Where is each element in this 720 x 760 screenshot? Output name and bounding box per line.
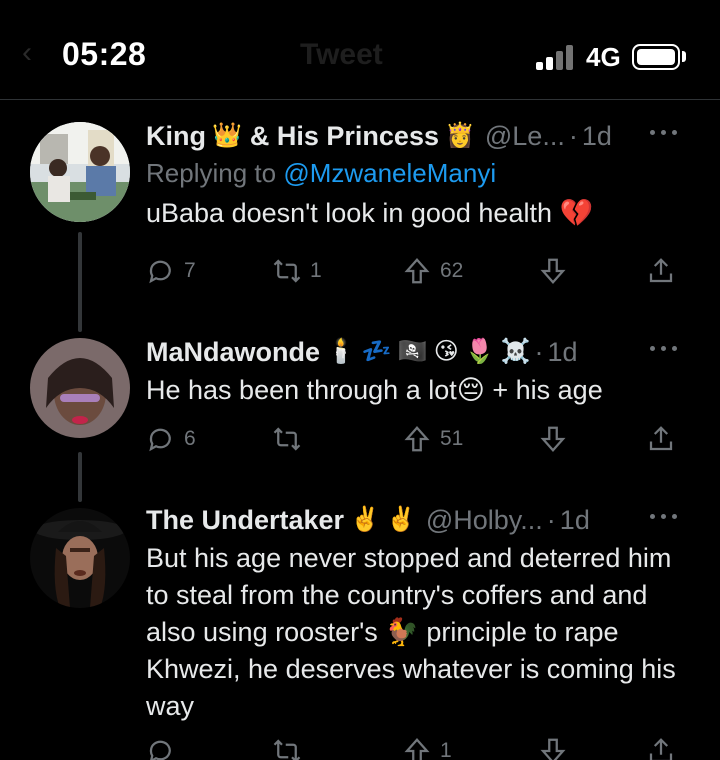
reply-icon: [149, 740, 171, 760]
more-options-icon[interactable]: [650, 512, 680, 522]
thread-line: [78, 232, 82, 332]
downvote-icon: [540, 258, 566, 284]
upvote-button[interactable]: 51: [402, 424, 463, 454]
more-options-icon[interactable]: [650, 344, 680, 354]
share-button[interactable]: [646, 256, 676, 286]
tweet-header: The Undertaker ✌️ ✌️ @Holby... · 1d: [146, 502, 680, 538]
replying-prefix: Replying to: [146, 158, 277, 188]
timestamp[interactable]: 1d: [560, 505, 590, 536]
separator-dot: ·: [534, 336, 544, 367]
reply-button[interactable]: 6: [146, 424, 196, 454]
retweet-icon: [273, 739, 301, 760]
tweet-content: The Undertaker ✌️ ✌️ @Holby... · 1d But …: [146, 502, 680, 725]
thread-line: [78, 452, 82, 502]
tweet-actions: 6 51: [146, 424, 680, 460]
share-button[interactable]: [646, 424, 676, 454]
downvote-button[interactable]: [538, 736, 568, 760]
reply-icon: [149, 428, 171, 452]
tweet-1[interactable]: King 👑 & His Princess 👸 @Le... · 1d Repl…: [0, 112, 720, 332]
display-name-suffix[interactable]: & His Princess: [250, 121, 439, 152]
reply-count: 6: [184, 427, 196, 450]
upvote-button[interactable]: 1: [402, 736, 452, 760]
tweet-text: uBaba doesn't look in good health 💔: [146, 198, 594, 228]
page-title: Tweet: [300, 38, 383, 71]
mention-link[interactable]: @MzwaneleManyi: [283, 158, 496, 188]
user-handle[interactable]: @Le...: [485, 121, 565, 152]
tweet-content: King 👑 & His Princess 👸 @Le... · 1d Repl…: [146, 118, 680, 232]
upvote-count: 51: [440, 427, 464, 450]
tweet-text: He has been through a lot😔 + his age: [146, 375, 603, 405]
pirate-flag-emoji: 🏴‍☠️: [397, 338, 428, 365]
crown-emoji: 👑: [212, 122, 242, 149]
skull-emoji: ☠️: [500, 338, 531, 365]
upvote-icon: [404, 738, 430, 760]
separator-dot: ·: [546, 504, 556, 535]
downvote-icon: [540, 738, 566, 760]
kiss-emoji: 😘: [433, 338, 459, 365]
tweet-header: King 👑 & His Princess 👸 @Le... · 1d: [146, 118, 680, 154]
downvote-icon: [540, 426, 566, 452]
reply-button[interactable]: 7: [146, 256, 196, 286]
share-button[interactable]: [646, 736, 676, 760]
retweet-button[interactable]: [272, 424, 310, 454]
battery-cap: [682, 51, 686, 62]
retweet-count: 1: [310, 259, 322, 282]
separator-dot: ·: [568, 120, 578, 151]
more-options-icon[interactable]: [650, 128, 680, 138]
tweet-text: But his age never stopped and deterred h…: [146, 543, 676, 721]
status-time: 05:28: [62, 36, 147, 72]
reply-icon: [149, 260, 171, 284]
status-bar: ‹ Tweet 05:28 4G: [0, 0, 720, 100]
tweet-header: MaNdawonde 🕯️ 💤 🏴‍☠️ 😘 🌷 ☠️ · 1d: [146, 334, 680, 370]
avatar[interactable]: [30, 338, 130, 438]
battery-icon: [632, 44, 680, 70]
reply-count: 7: [184, 259, 196, 282]
timestamp[interactable]: 1d: [582, 121, 612, 152]
upvote-icon: [404, 258, 430, 284]
upvote-button[interactable]: 62: [402, 256, 463, 286]
avatar[interactable]: [30, 508, 130, 608]
user-handle[interactable]: @Holby...: [426, 505, 543, 536]
share-icon: [649, 738, 673, 760]
display-name[interactable]: The Undertaker: [146, 505, 344, 536]
upvote-count: 1: [440, 739, 452, 760]
zzz-emoji: 💤: [361, 338, 392, 365]
retweet-button[interactable]: [272, 736, 310, 760]
share-icon: [649, 426, 673, 451]
retweet-icon: [273, 427, 301, 451]
signal-icon: [536, 42, 578, 70]
downvote-button[interactable]: [538, 256, 568, 286]
tweet-2[interactable]: MaNdawonde 🕯️ 💤 🏴‍☠️ 😘 🌷 ☠️ · 1d He has …: [0, 332, 720, 502]
network-label: 4G: [586, 42, 621, 72]
replying-to: Replying to @MzwaneleManyi: [146, 158, 680, 189]
princess-emoji: 👸: [444, 122, 475, 149]
tweet-actions: 1: [146, 736, 680, 760]
retweet-icon: [273, 259, 301, 283]
tulip-emoji: 🌷: [464, 338, 495, 365]
upvote-icon: [404, 426, 430, 452]
victory-hand-emoji: ✌️: [350, 506, 380, 533]
avatar[interactable]: [30, 122, 130, 222]
retweet-button[interactable]: 1: [272, 256, 322, 286]
display-name[interactable]: King: [146, 121, 206, 152]
tweet-actions: 7 1 62: [146, 256, 680, 292]
reply-button[interactable]: [146, 736, 184, 760]
back-arrow-icon[interactable]: ‹: [22, 36, 32, 70]
tweet-3[interactable]: The Undertaker ✌️ ✌️ @Holby... · 1d But …: [0, 500, 720, 760]
victory-hand-emoji: ✌️: [385, 506, 416, 533]
display-name[interactable]: MaNdawonde: [146, 337, 320, 368]
timestamp[interactable]: 1d: [548, 337, 578, 368]
tweet-content: MaNdawonde 🕯️ 💤 🏴‍☠️ 😘 🌷 ☠️ · 1d He has …: [146, 334, 680, 409]
upvote-count: 62: [440, 259, 464, 282]
downvote-button[interactable]: [538, 424, 568, 454]
share-icon: [649, 258, 673, 283]
candle-emoji: 🕯️: [326, 338, 356, 365]
